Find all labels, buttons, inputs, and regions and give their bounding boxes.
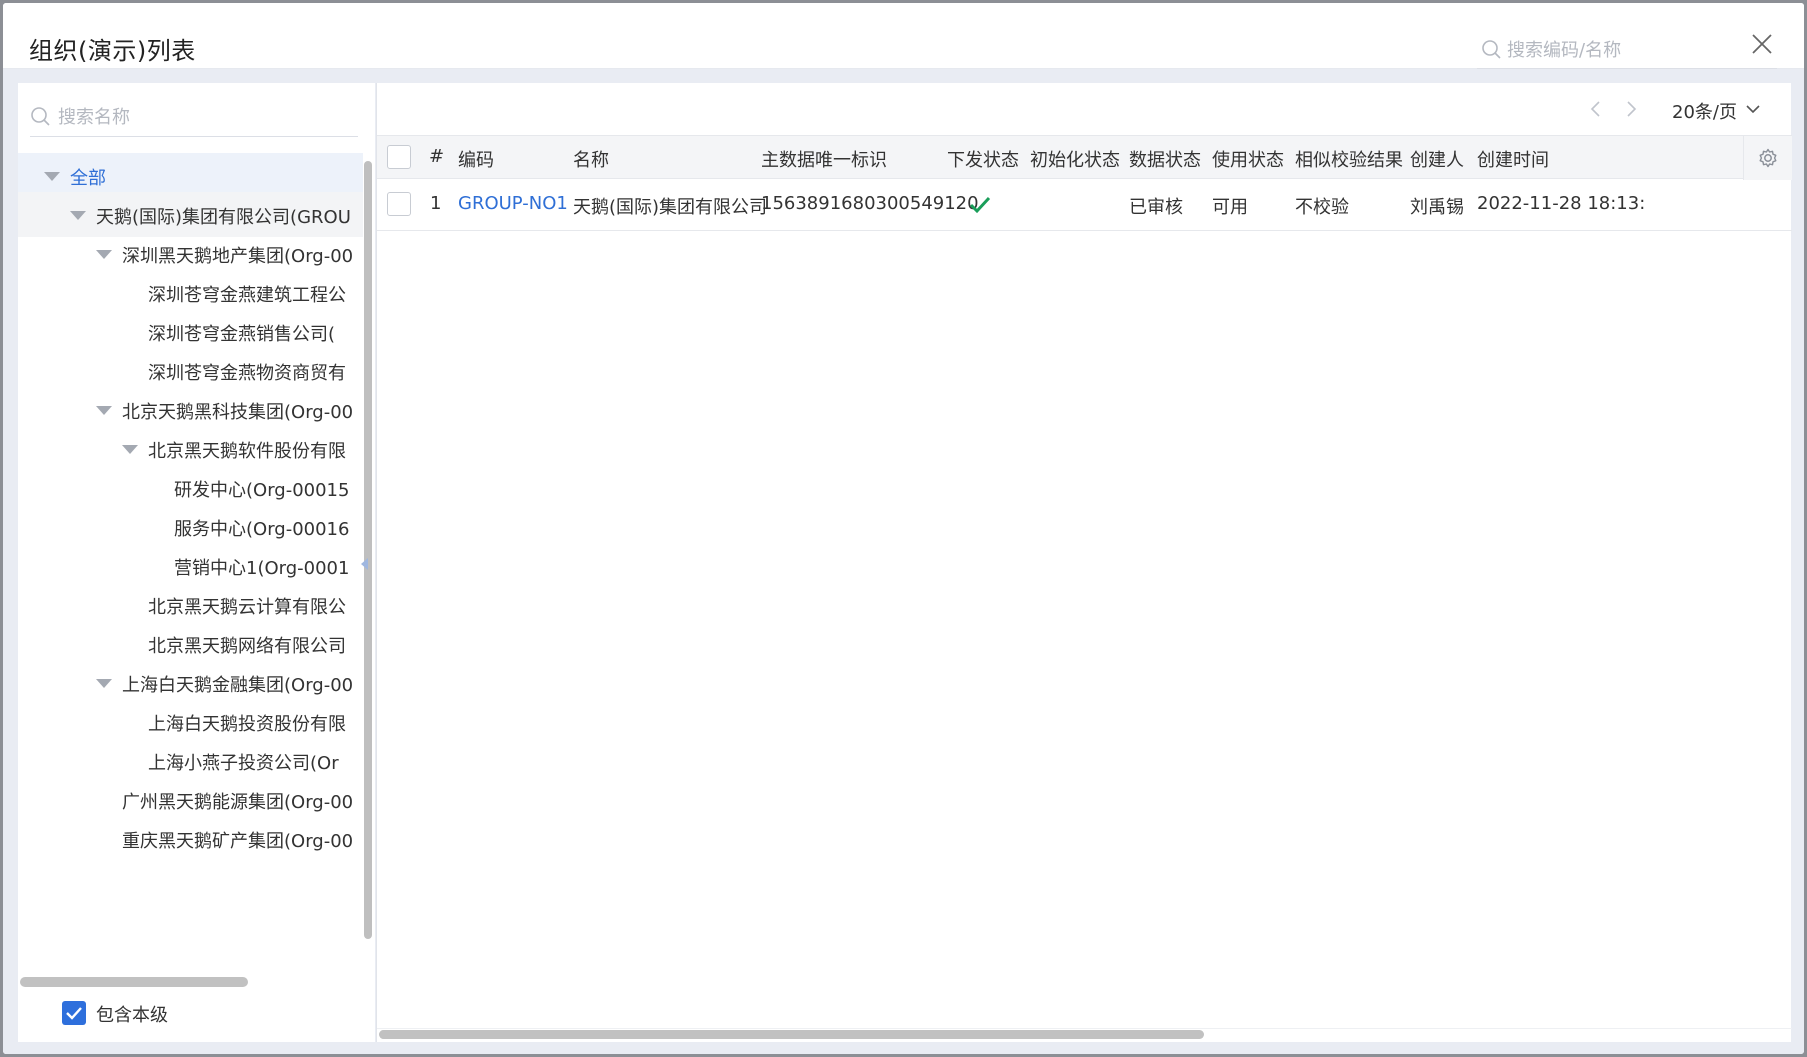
column-settings-cell — [1743, 136, 1792, 180]
col-index: # — [429, 146, 445, 167]
page-size-label: 20条/页 — [1672, 102, 1737, 123]
col-master-id[interactable]: 主数据唯一标识 — [761, 146, 887, 172]
col-code[interactable]: 编码 — [458, 146, 494, 172]
top-search-box[interactable] — [1477, 31, 1777, 69]
checkmark-icon — [66, 1007, 82, 1020]
tree-panel: 全部天鹅(国际)集团有限公司(GROU 深圳黑天鹅地产集团(Org-00 深圳苍穹金… — [18, 83, 375, 1042]
tree-node-label: 营销中心1(Org-0001 — [174, 558, 350, 579]
tree-node-label: 深圳苍穹金燕销售公司( — [148, 324, 336, 345]
tree-vertical-scrollbar[interactable] — [364, 153, 372, 939]
gear-icon[interactable] — [1757, 147, 1779, 169]
col-creator[interactable]: 创建人 — [1410, 146, 1464, 172]
include-self-checkbox[interactable] — [62, 1001, 86, 1025]
chevron-down-icon — [1746, 105, 1760, 114]
organization-list-dialog: 组织(演示)列表 全部天鹅(国际)集团有限公司(GROU 深圳黑天鹅地产集团(Or… — [3, 3, 1804, 1054]
select-all-checkbox[interactable] — [387, 145, 411, 169]
table-panel: 20条/页 # 编码 名称 主数据唯一标识 下发状态 初始化状态 数据状态 使用… — [376, 83, 1792, 1042]
tree-node-label: 北京黑天鹅网络有限公司 — [148, 636, 346, 657]
caret-down-icon[interactable] — [122, 445, 138, 454]
col-created-at[interactable]: 创建时间 — [1477, 146, 1549, 172]
tree-node-label: 上海白天鹅投资股份有限 — [148, 714, 346, 735]
cell-similarity: 不校验 — [1295, 197, 1349, 218]
tree-node-label: 上海小燕子投资公司(Or — [148, 753, 339, 774]
data-table: # 编码 名称 主数据唯一标识 下发状态 初始化状态 数据状态 使用状态 相似校… — [377, 135, 1792, 950]
tree-node-label: 重庆黑天鹅矿产集团(Org-00 — [122, 831, 354, 852]
tree-node-label: 全部 — [70, 168, 106, 189]
table-horizontal-scrollbar[interactable] — [379, 1030, 1204, 1039]
caret-down-icon[interactable] — [96, 250, 112, 259]
table-row[interactable]: 1 GROUP-NO1 天鹅(国际)集团有限公司 156389168030054… — [377, 179, 1792, 231]
col-data-status[interactable]: 数据状态 — [1129, 146, 1201, 172]
search-icon — [31, 107, 50, 126]
cell-data-status: 已审核 — [1129, 197, 1183, 218]
tree-node[interactable]: 重庆黑天鹅矿产集团(Org-00 — [18, 816, 363, 861]
left-arrow-icon — [361, 558, 368, 570]
tree-node-label: 深圳苍穹金燕建筑工程公 — [148, 285, 346, 306]
cell-name: 天鹅(国际)集团有限公司 — [573, 197, 768, 218]
tree-horizontal-scrollbar[interactable] — [20, 977, 248, 987]
cell-creator: 刘禹锡 — [1410, 197, 1464, 218]
col-init-status[interactable]: 初始化状态 — [1030, 146, 1120, 172]
caret-down-icon[interactable] — [96, 406, 112, 415]
org-tree: 全部天鹅(国际)集团有限公司(GROU 深圳黑天鹅地产集团(Org-00 深圳苍穹金… — [18, 153, 363, 958]
include-self-label: 包含本级 — [96, 1005, 168, 1026]
col-name[interactable]: 名称 — [573, 146, 609, 172]
cell-master-id: 1563891680300549120 — [761, 193, 979, 214]
next-page-icon[interactable] — [1621, 99, 1641, 119]
col-similarity[interactable]: 相似校验结果 — [1295, 146, 1403, 172]
tree-node-label: 服务中心(Org-00016 — [174, 519, 350, 540]
cell-index: 1 — [430, 193, 442, 214]
top-search-input[interactable] — [1507, 35, 1767, 65]
search-icon — [1482, 40, 1501, 59]
tree-node-label: 北京黑天鹅软件股份有限 — [148, 441, 346, 462]
dialog-header: 组织(演示)列表 — [3, 3, 1804, 69]
check-icon — [969, 196, 991, 214]
col-dispatch-status[interactable]: 下发状态 — [947, 146, 1019, 172]
cell-code-link[interactable]: GROUP-NO1 — [458, 193, 568, 214]
col-use-status[interactable]: 使用状态 — [1212, 146, 1284, 172]
tree-node-label: 广州黑天鹅能源集团(Org-00 — [122, 792, 354, 813]
pager: 20条/页 — [377, 83, 1792, 135]
tree-node-label: 上海白天鹅金融集团(Org-00 — [122, 675, 354, 696]
cell-use-status: 可用 — [1212, 197, 1248, 218]
dialog-body: 全部天鹅(国际)集团有限公司(GROU 深圳黑天鹅地产集团(Org-00 深圳苍穹金… — [3, 69, 1804, 1054]
tree-search-box[interactable] — [30, 97, 358, 137]
tree-search-input[interactable] — [58, 102, 348, 132]
caret-down-icon[interactable] — [96, 679, 112, 688]
tree-node-label: 深圳苍穹金燕物资商贸有 — [148, 363, 346, 384]
close-icon[interactable] — [1747, 29, 1777, 59]
tree-node-label: 深圳黑天鹅地产集团(Org-00 — [122, 246, 354, 267]
tree-node-label: 北京黑天鹅云计算有限公 — [148, 597, 346, 618]
caret-down-icon[interactable] — [70, 211, 86, 220]
table-header: # 编码 名称 主数据唯一标识 下发状态 初始化状态 数据状态 使用状态 相似校… — [377, 135, 1792, 180]
tree-node-label: 天鹅(国际)集团有限公司(GROU — [96, 207, 351, 228]
prev-page-icon[interactable] — [1586, 99, 1606, 119]
tree-node-label: 北京天鹅黑科技集团(Org-00 — [122, 402, 354, 423]
scrollbar-thumb[interactable] — [364, 161, 372, 939]
tree-node-label: 研发中心(Org-00015 — [174, 480, 350, 501]
caret-down-icon[interactable] — [44, 172, 60, 181]
row-checkbox[interactable] — [387, 192, 411, 216]
dialog-title: 组织(演示)列表 — [29, 37, 196, 65]
cell-created-at: 2022-11-28 18:13: — [1477, 193, 1646, 214]
